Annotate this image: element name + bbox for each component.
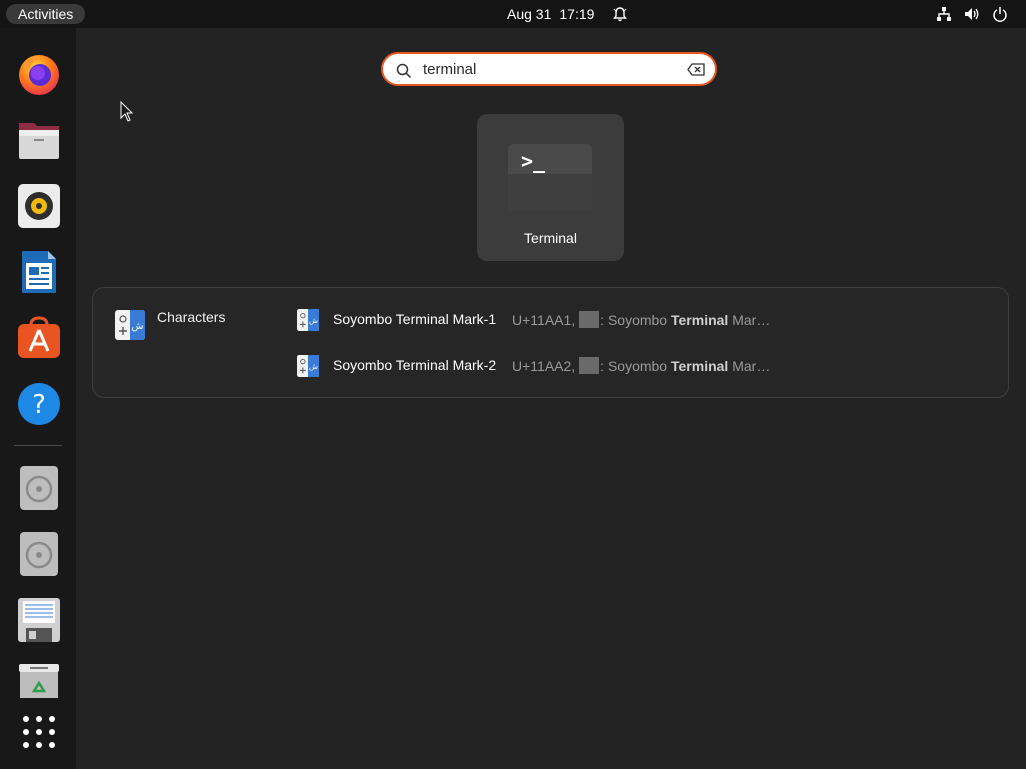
result-description: U+11AA1,: Soyombo Terminal Mar… [512,311,771,328]
rhythmbox-icon[interactable] [16,183,62,229]
missing-glyph-box [579,311,600,328]
result-row[interactable]: ش Soyombo Terminal Mark-1 U+11AA1,: Soyo… [297,309,797,331]
activities-button[interactable]: Activities [6,4,86,24]
power-icon[interactable] [992,6,1008,22]
svg-text:ش: ش [309,316,318,325]
search-icon [396,63,412,79]
provider-name: Characters [157,309,226,325]
clear-search-icon[interactable] [687,63,705,76]
notification-bell-icon[interactable] [612,6,628,22]
characters-icon: ش [297,309,319,331]
terminal-app-tile[interactable]: >_ Terminal [477,114,624,261]
top-bar: Activities Aug 31 17:19 [0,0,1026,28]
show-apps-icon[interactable] [16,709,62,755]
svg-text:?: ? [32,390,46,420]
search-box[interactable] [381,52,717,86]
characters-icon: ش [297,355,319,377]
clock-button[interactable]: Aug 31 17:19 [507,0,594,28]
search-input[interactable] [423,58,683,80]
svg-text:>_: >_ [521,149,546,173]
help-icon[interactable]: ? [16,381,62,427]
terminal-icon: >_ [508,144,592,210]
date-label: Aug 31 [507,6,552,22]
mouse-cursor-icon [120,101,134,122]
disc-drive-icon[interactable] [16,465,62,511]
svg-text:ش: ش [309,362,318,371]
result-row[interactable]: ش Soyombo Terminal Mark-2 U+11AA2,: Soyo… [297,355,797,377]
app-center-icon[interactable] [16,315,62,361]
files-icon[interactable] [16,117,62,163]
dock-separator [14,445,62,446]
firefox-icon[interactable] [16,51,62,97]
disc-drive-icon[interactable] [16,531,62,577]
libreoffice-writer-icon[interactable] [16,249,62,295]
characters-app-icon[interactable]: ش [115,310,145,340]
missing-glyph-box [579,357,600,374]
result-description: U+11AA2,: Soyombo Terminal Mar… [512,357,771,374]
svg-text:ش: ش [131,321,143,332]
floppy-drive-icon[interactable] [16,597,62,643]
app-label: Terminal [524,230,577,246]
network-icon[interactable] [936,6,952,22]
time-label: 17:19 [559,6,595,22]
trash-icon[interactable] [16,663,62,709]
characters-results: ش Characters ش Soyombo Terminal Mark-1 U… [92,287,1009,398]
dock: ? [0,28,76,769]
result-title: Soyombo Terminal Mark-2 [333,357,497,373]
volume-icon[interactable] [964,6,980,22]
result-title: Soyombo Terminal Mark-1 [333,311,497,327]
